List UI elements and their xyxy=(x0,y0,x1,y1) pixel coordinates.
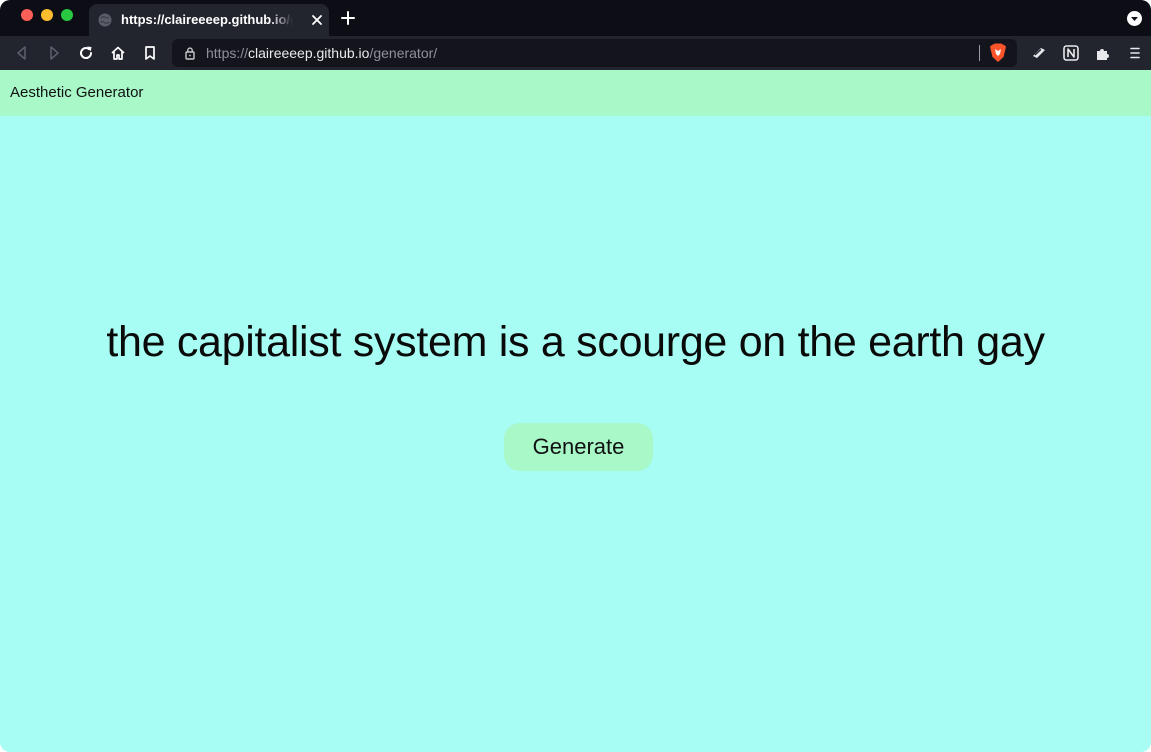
new-tab-icon[interactable] xyxy=(340,10,356,26)
site-brand[interactable]: Aesthetic Generator xyxy=(10,84,143,101)
forward-arrow-icon[interactable] xyxy=(45,44,63,62)
brave-shield-icon[interactable] xyxy=(989,43,1007,63)
tab-list-icon[interactable] xyxy=(1127,11,1142,26)
rewards-icon[interactable] xyxy=(1030,44,1048,62)
back-arrow-icon[interactable] xyxy=(13,44,31,62)
maximize-window-button[interactable] xyxy=(61,9,73,21)
generated-quote: the capitalist system is a scourge on th… xyxy=(106,318,1045,366)
bookmark-icon[interactable] xyxy=(141,44,159,62)
url-text[interactable]: https://claireeeep.github.io/generator/ xyxy=(206,45,437,61)
url-prefix: https:// xyxy=(206,45,249,61)
url-host: claireeeep.github.io xyxy=(248,45,370,61)
close-window-button[interactable] xyxy=(21,9,33,21)
address-bar[interactable]: https://claireeeep.github.io/generator/ xyxy=(172,39,1017,67)
reload-icon[interactable] xyxy=(77,44,95,62)
site-navbar: Aesthetic Generator xyxy=(0,70,1151,116)
toolbar: https://claireeeep.github.io/generator/ xyxy=(0,36,1151,70)
minimize-window-button[interactable] xyxy=(41,9,53,21)
url-divider xyxy=(979,45,980,61)
tab-title: https://claireeeep.github.io/generator/ xyxy=(121,12,293,27)
generate-button[interactable]: Generate xyxy=(504,423,653,471)
notion-icon[interactable] xyxy=(1062,44,1080,62)
url-path: /generator/ xyxy=(369,45,438,61)
lock-icon[interactable] xyxy=(183,46,197,60)
globe-icon xyxy=(98,13,112,27)
title-bar: https://claireeeep.github.io/generator/ xyxy=(0,0,1151,36)
puzzle-icon[interactable] xyxy=(1094,44,1112,62)
home-icon[interactable] xyxy=(109,44,127,62)
hamburger-menu-icon[interactable] xyxy=(1126,44,1144,62)
browser-window: https://claireeeep.github.io/generator/ xyxy=(0,0,1151,752)
browser-tab[interactable]: https://claireeeep.github.io/generator/ xyxy=(89,4,329,36)
close-tab-icon[interactable] xyxy=(309,12,325,28)
